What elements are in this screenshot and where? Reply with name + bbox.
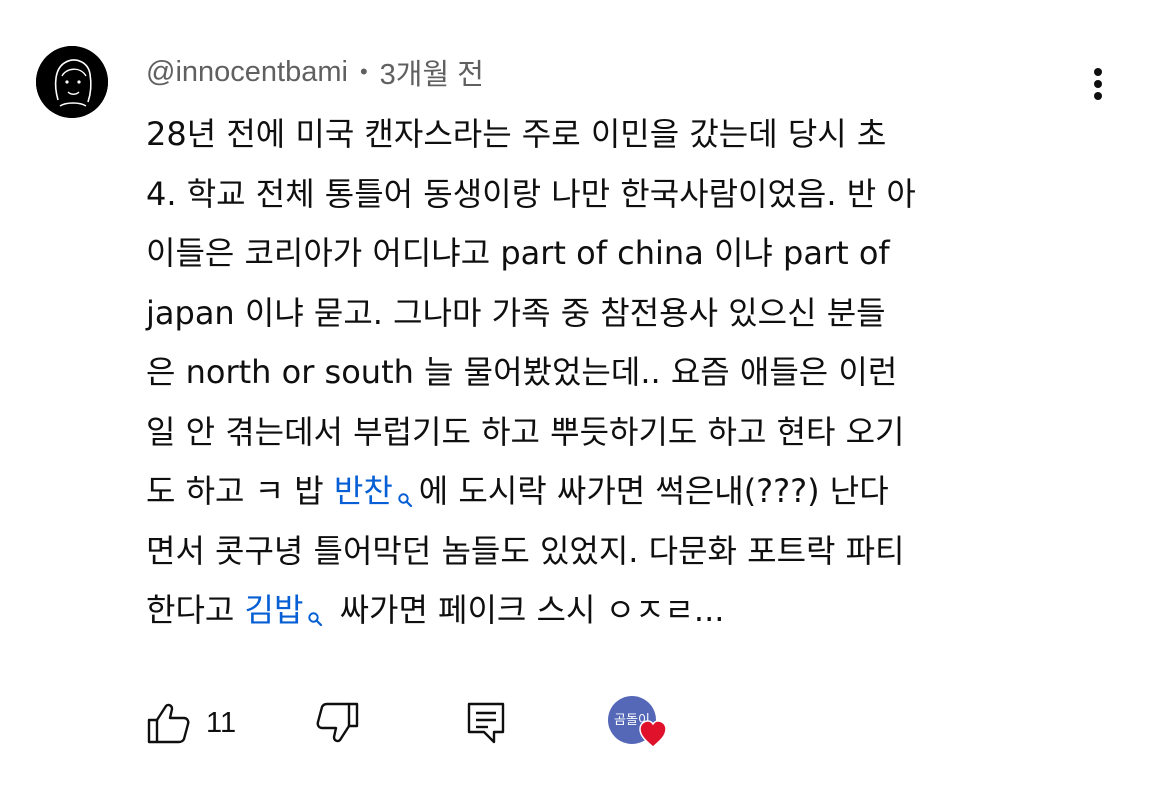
search-link-banchan[interactable]: 반찬 (334, 472, 419, 510)
comment-line: 면서 콧구녕 틀어막던 놈들도 있었지. 다문화 포트락 파티 (146, 531, 905, 570)
avatar-drawing (36, 46, 108, 118)
comment-line: 은 north or south 늘 물어봤었는데.. 요즘 애들은 이런 (146, 353, 898, 391)
heart-icon (639, 720, 667, 748)
like-count: 11 (206, 706, 237, 739)
reply-comment-icon (467, 702, 505, 744)
author-handle[interactable]: @innocentbami (146, 56, 348, 89)
comment-timestamp[interactable]: 3개월 전 (380, 51, 484, 93)
dislike-button[interactable] (316, 700, 360, 746)
comment-line: 4. 학교 전체 통틀어 동생이랑 나만 한국사람이었음. 반 아 (146, 174, 916, 213)
comment-line: 28년 전에 미국 캔자스라는 주로 이민을 갔는데 당시 초 (146, 115, 887, 153)
comment-line: 한다고 김밥 싸가면 페이크 스시 ㅇㅈㄹ... (146, 581, 1096, 641)
search-link-label[interactable]: 김밥 (245, 591, 304, 629)
more-options-icon[interactable] (1080, 62, 1116, 106)
comment-actions: 11 곰돌이 (146, 696, 706, 748)
comment-text: 28년 전에 미국 캔자스라는 주로 이민을 갔는데 당시 초 4. 학교 전체… (146, 105, 1096, 641)
comment-line-text: 에 도시락 싸가면 썩은내(???) 난다 (418, 472, 889, 510)
author-avatar[interactable] (36, 46, 108, 118)
comment-line: japan 이냐 묻고. 그나마 가족 중 참전용사 있으신 분들 (146, 293, 886, 332)
like-button[interactable]: 11 (146, 700, 236, 746)
meta-separator: • (359, 59, 368, 84)
menu-dot (1094, 92, 1102, 100)
search-icon (397, 468, 413, 508)
search-link-gimbap[interactable]: 김밥 (245, 591, 330, 629)
comment-line-text: 도 하고 ㅋ 밥 (146, 472, 334, 510)
menu-dot (1094, 80, 1102, 88)
search-link-label[interactable]: 반찬 (334, 472, 393, 510)
reply-button[interactable] (466, 700, 506, 746)
thumbs-down-icon (316, 702, 359, 743)
comment-line-text: 싸가면 페이크 스시 ㅇㅈㄹ... (329, 591, 725, 629)
thumbs-up-icon (147, 703, 190, 744)
menu-dot (1094, 68, 1102, 76)
comment-line: 이들은 코리아가 어디냐고 part of china 이냐 part of (146, 234, 890, 272)
creator-heart-badge: 곰돌이 (608, 696, 672, 752)
comment-line: 도 하고 ㅋ 밥 반찬 에 도시락 싸가면 썩은내(???) 난다 (146, 462, 1096, 522)
search-icon (307, 587, 323, 627)
comment-line: 일 안 겪는데서 부럽기도 하고 뿌듯하기도 하고 현타 오기 (146, 412, 905, 451)
comment-line-text: 한다고 (146, 591, 245, 629)
comment-header: @innocentbami • 3개월 전 (146, 50, 484, 94)
